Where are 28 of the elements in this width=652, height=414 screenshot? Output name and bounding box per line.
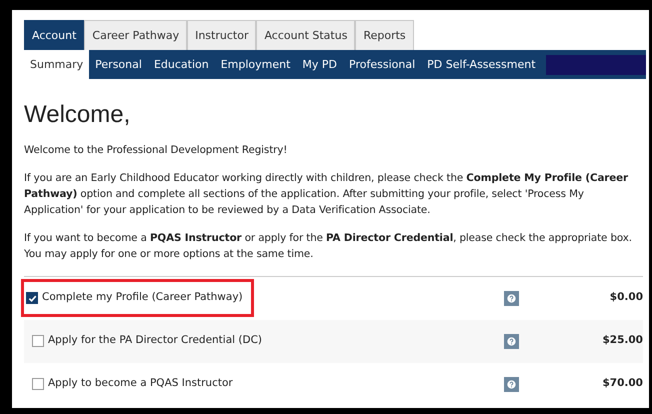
checkbox[interactable] [26,292,38,304]
subtab[interactable]: PD Self-Assessment [421,50,542,79]
subtab[interactable]: Summary [24,50,90,79]
paragraph: If you want to become a PQAS Instructor or apply for the PA Director Credential, please check the appropriate box. You may apply for one or more options at the same time. [24,230,633,262]
price: $70.00 [602,376,643,392]
paragraph: If you are an Early Childhood Educator working directly with children, please check the Complete My Profile (Career Pathway) option and complete all sections of the application. After submitting your profile, select 'Process My Application' for your application to be reviewed by a Data Verification Associate. [24,170,630,218]
subtab[interactable]: Personal [89,50,148,79]
tab[interactable]: Account Status [256,20,356,50]
price: $25.00 [602,333,643,348]
option-label: Apply to become a PQAS Instructor [48,376,233,392]
help-icon[interactable] [504,334,519,349]
checkbox[interactable] [32,378,44,390]
welcome-heading: Welcome, [24,101,132,130]
tab[interactable]: Instructor [187,20,256,50]
subtab[interactable]: Professional [343,50,422,79]
subtab[interactable]: Employment [214,50,296,79]
tab[interactable]: Reports [355,20,414,50]
help-icon[interactable] [504,290,519,306]
checkbox[interactable] [32,335,44,348]
help-icon[interactable] [504,376,519,392]
paragraph: Welcome to the Professional Development Registry! [24,142,288,158]
tab[interactable]: Account [24,20,84,50]
option-label: Complete my Profile (Career Pathway) [42,290,243,306]
price: $0.00 [610,290,643,306]
tab[interactable]: Career Pathway [84,20,188,50]
subtab[interactable]: My PD [296,50,344,79]
option-label: Apply for the PA Director Credential (DC) [48,333,262,348]
subtab[interactable]: Education [148,50,215,79]
